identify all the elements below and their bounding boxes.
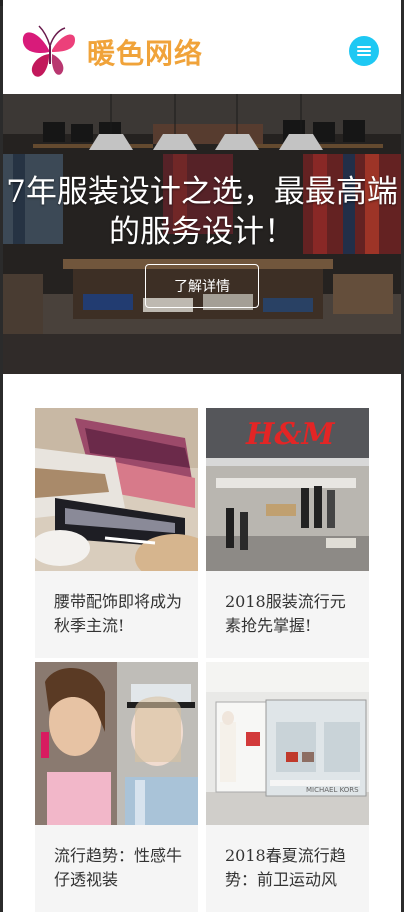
learn-more-button[interactable]: 了解详情	[145, 264, 259, 308]
article-card[interactable]: MICHAEL KORS 2018春夏流行趋势：前卫运动风	[206, 662, 369, 912]
fashion-models-photo[interactable]	[35, 662, 198, 825]
hm-store-photo[interactable]: H&M	[206, 408, 369, 571]
svg-text:H&M: H&M	[245, 417, 335, 452]
fabric-shoes-photo[interactable]	[35, 408, 198, 571]
article-card[interactable]: 腰带配饰即将成为秋季主流!	[35, 408, 198, 658]
page: 暖色网络 7年服装设计之选，最最高端的服务设计！ 了解详情 腰带配饰即将成为秋季…	[3, 0, 401, 912]
site-header: 暖色网络	[3, 6, 401, 94]
svg-text:MICHAEL KORS: MICHAEL KORS	[306, 786, 359, 794]
article-title[interactable]: 流行趋势：性感牛仔透视装	[54, 844, 184, 892]
article-card[interactable]: H&M 2018服装流行元素抢先掌握!	[206, 408, 369, 658]
hero-banner: 7年服装设计之选，最最高端的服务设计！ 了解详情	[3, 94, 401, 374]
article-title[interactable]: 2018服装流行元素抢先掌握!	[225, 590, 355, 638]
hamburger-menu-icon	[357, 46, 371, 56]
article-title[interactable]: 腰带配饰即将成为秋季主流!	[54, 590, 184, 638]
article-card[interactable]: 流行趋势：性感牛仔透视装	[35, 662, 198, 912]
boutique-store-photo[interactable]: MICHAEL KORS	[206, 662, 369, 825]
hero-title: 7年服装设计之选，最最高端的服务设计！	[6, 174, 398, 250]
brand-name[interactable]: 暖色网络	[87, 32, 203, 72]
article-title[interactable]: 2018春夏流行趋势：前卫运动风	[225, 844, 355, 892]
hamburger-menu-button[interactable]	[349, 36, 379, 66]
butterfly-logo-icon[interactable]	[19, 20, 83, 80]
